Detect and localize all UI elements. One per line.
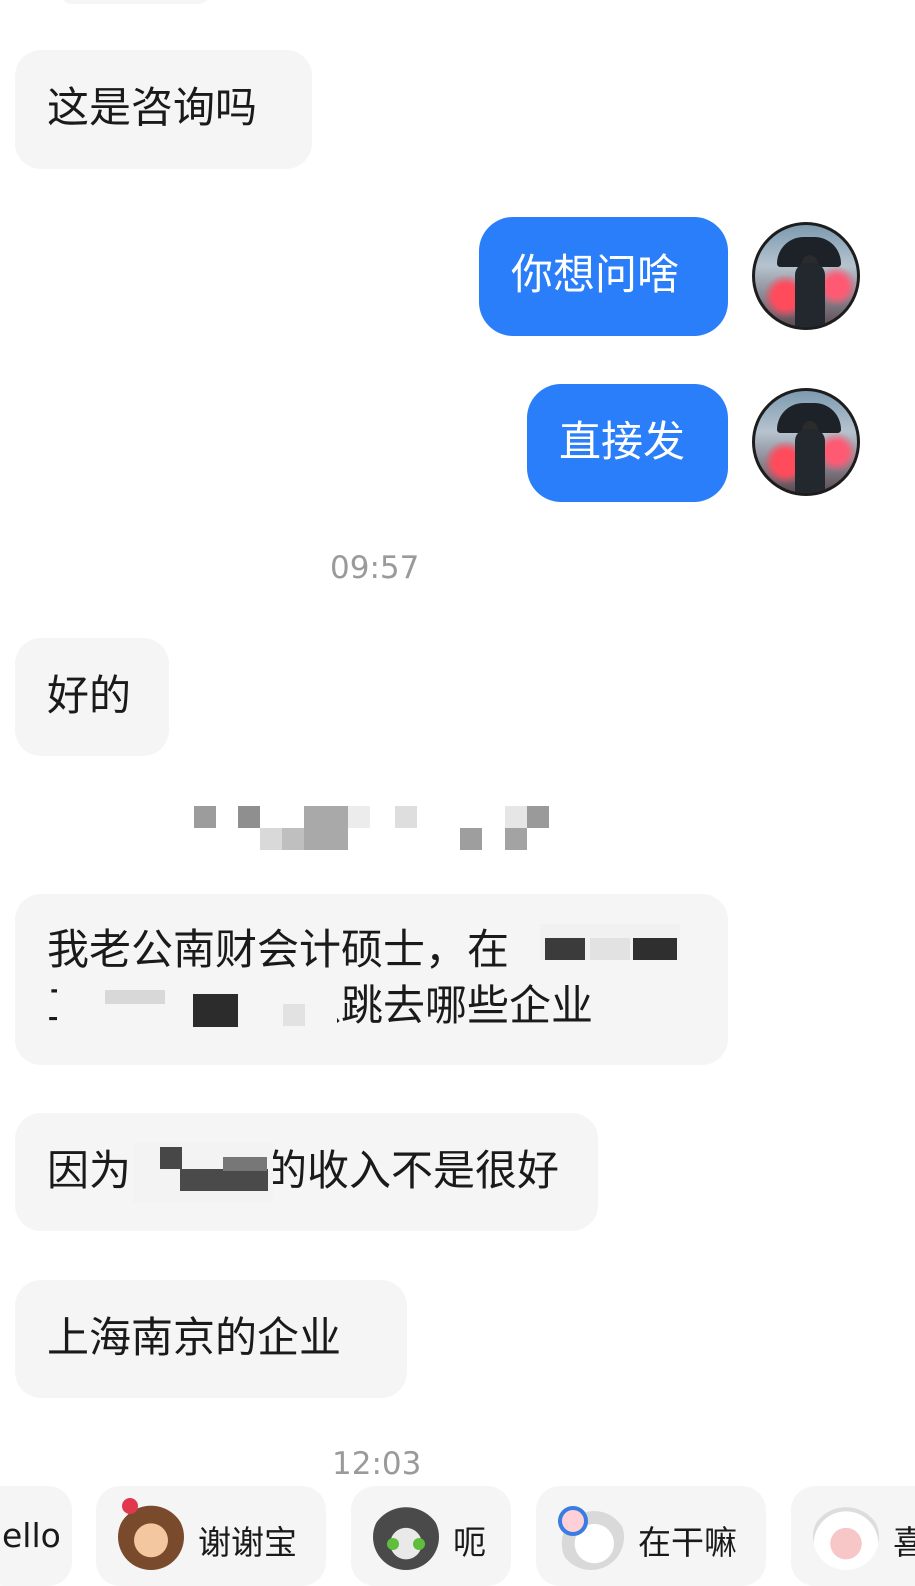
message-text-b: 的收入不是很好 [265, 1146, 560, 1195]
person-body-graphic [795, 263, 825, 327]
redaction-block [180, 1169, 268, 1191]
user-avatar[interactable] [752, 388, 860, 496]
outgoing-message[interactable]: 直接发 [527, 384, 728, 502]
incoming-message[interactable]: 这是咨询吗 [15, 50, 312, 169]
incoming-message[interactable]: 好的 [15, 638, 169, 756]
quick-reply-chip[interactable]: 喜 [791, 1486, 915, 1586]
outgoing-message[interactable]: 你想问啥 [479, 217, 728, 336]
incoming-message[interactable]: 上海南京的企业 [15, 1280, 407, 1398]
sheep-sticker-icon [813, 1504, 879, 1570]
magnifier-ghost-sticker-icon [558, 1504, 624, 1570]
timestamp: 12:03 [332, 1446, 422, 1482]
redaction-block [193, 994, 238, 1027]
quick-reply-chip[interactable]: 呃 [351, 1486, 511, 1586]
incoming-message[interactable]: 因为 的收入不是很好 [15, 1113, 598, 1231]
chip-label: 谢谢宝 [198, 1523, 297, 1562]
message-text-a: 因为 [47, 1146, 132, 1195]
previous-message-bubble[interactable] [60, 0, 210, 4]
message-text: 直接发 [559, 417, 686, 466]
message-text: 好的 [47, 671, 132, 720]
quick-reply-chip[interactable]: 在干嘛 [536, 1486, 766, 1586]
chip-label: ello [2, 1516, 61, 1555]
person-body-graphic [795, 429, 825, 493]
user-avatar[interactable] [752, 222, 860, 330]
redaction-block [105, 990, 165, 1004]
monkey-sticker-icon [118, 1498, 184, 1570]
timestamp: 09:57 [330, 550, 420, 586]
quick-reply-chip[interactable]: ello [0, 1486, 72, 1586]
redaction-block [545, 938, 585, 960]
message-text: 这是咨询吗 [47, 83, 258, 132]
chip-label: 喜 [893, 1523, 915, 1562]
quick-reply-chip[interactable]: 谢谢宝 [96, 1486, 326, 1586]
redaction-block [223, 1157, 267, 1171]
redaction-block [590, 938, 630, 960]
redaction-block [283, 1004, 305, 1026]
chip-label: 呃 [453, 1523, 486, 1562]
message-text: 你想问啥 [511, 250, 680, 299]
message-text: 上海南京的企业 [47, 1313, 342, 1362]
redaction-block [160, 1147, 182, 1169]
chip-label: 在干嘛 [638, 1523, 737, 1562]
redaction-block [633, 938, 677, 960]
incoming-message[interactable]: 我老公南财会计硕士，在 工作两年，可以跳去哪些企业 [15, 894, 728, 1065]
cat-sticker-icon [373, 1504, 439, 1570]
redacted-system-notice [190, 802, 552, 852]
